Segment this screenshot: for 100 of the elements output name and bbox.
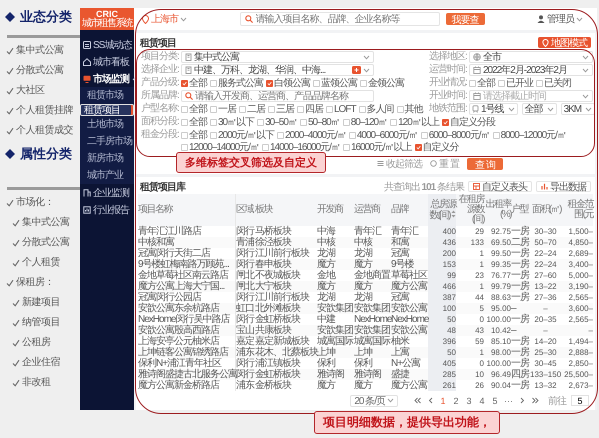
checkbox-option[interactable]: 14000–16000元/㎡: [262, 141, 340, 153]
checkbox[interactable]: [536, 80, 543, 86]
city-selector[interactable]: 上海市: [142, 12, 187, 26]
checkbox-option[interactable]: 全部: [181, 103, 207, 115]
checkbox[interactable]: [396, 106, 404, 112]
checkbox[interactable]: [210, 80, 217, 86]
checkbox[interactable]: [181, 80, 188, 86]
checkbox[interactable]: [266, 80, 273, 86]
column-header[interactable]: 区域: [236, 194, 255, 226]
checkbox[interactable]: [297, 106, 304, 112]
checkbox[interactable]: [492, 132, 500, 138]
sidebar-item[interactable]: 租赁项目: [80, 104, 134, 116]
column-header[interactable]: 项目名称: [138, 194, 236, 226]
checkbox[interactable]: [181, 144, 188, 150]
checkbox-option[interactable]: LOFT: [326, 103, 356, 115]
checkbox[interactable]: [358, 106, 366, 112]
column-header[interactable]: 品牌: [391, 194, 428, 226]
dropdown[interactable]: 2022年2月-2023年2月: [469, 64, 593, 76]
checkbox[interactable]: [498, 80, 505, 86]
sidebar-item[interactable]: 二手房市场: [80, 133, 134, 150]
page-button[interactable]: ···: [504, 395, 513, 406]
checkbox[interactable]: [414, 144, 422, 150]
checkbox-option[interactable]: 8000–12000元/㎡: [492, 129, 566, 141]
column-header[interactable]: 在租房源数(间): [456, 194, 484, 226]
checkbox[interactable]: [257, 118, 264, 126]
page-button[interactable]: 4: [478, 395, 486, 406]
sidebar-item[interactable]: SS城动态: [80, 36, 134, 53]
checkbox[interactable]: [442, 118, 449, 126]
checkbox[interactable]: [342, 118, 350, 126]
page-button[interactable]: 3: [465, 395, 473, 406]
checkbox[interactable]: [268, 106, 275, 112]
page-button[interactable]: 5: [491, 395, 499, 406]
dropdown[interactable]: 中建、万科、龙湖、华润、中海...: [181, 64, 374, 76]
checkbox-option[interactable]: 全部: [181, 129, 207, 141]
checkbox[interactable]: [239, 106, 246, 112]
dropdown[interactable]: 1号线: [469, 103, 518, 115]
column-header[interactable]: 板块: [255, 194, 317, 226]
checkbox-option[interactable]: 服务式公寓: [210, 77, 263, 89]
sidebar-item[interactable]: 新房市场: [80, 150, 134, 167]
sidebar-item[interactable]: 城市看板: [80, 53, 134, 70]
checkbox-option[interactable]: 已关闭: [536, 77, 571, 89]
page-size-select[interactable]: 20 条/页: [350, 394, 398, 406]
column-header[interactable]: 面积(㎡): [530, 194, 561, 226]
checkbox[interactable]: [181, 106, 188, 112]
checkbox-option[interactable]: 50–80㎡: [300, 116, 340, 128]
sidebar-item[interactable]: 企业监测: [80, 184, 134, 201]
checkbox[interactable]: [262, 144, 269, 150]
checkbox[interactable]: [181, 132, 188, 138]
checkbox-option[interactable]: 白领公寓: [266, 77, 310, 89]
checkbox[interactable]: [300, 118, 307, 126]
checkbox[interactable]: [420, 132, 428, 138]
checkbox-option[interactable]: 自定义分段: [442, 116, 495, 128]
next-page-button[interactable]: [518, 395, 526, 406]
checkbox-option[interactable]: 全部: [469, 77, 495, 89]
page-button[interactable]: 1: [439, 395, 447, 406]
checkbox-option[interactable]: 金领公寓: [360, 77, 404, 89]
custom-columns-button[interactable]: 自定义表头: [468, 181, 532, 192]
column-header[interactable]: 户型: [511, 194, 530, 226]
checkbox-option[interactable]: 蓝领公寓: [313, 77, 357, 89]
checkbox[interactable]: [181, 118, 188, 126]
checkbox[interactable]: [210, 132, 217, 138]
last-page-button[interactable]: [531, 395, 539, 406]
checkbox[interactable]: [469, 80, 476, 86]
dropdown[interactable]: 3KM: [560, 103, 596, 115]
checkbox[interactable]: [342, 144, 350, 150]
dropdown[interactable]: 全市: [469, 51, 593, 63]
checkbox[interactable]: [390, 118, 398, 126]
checkbox-option[interactable]: 其他: [396, 103, 423, 115]
first-page-button[interactable]: [413, 395, 421, 406]
checkbox-option[interactable]: 12000–14000元/㎡: [181, 141, 259, 153]
checkbox[interactable]: [210, 118, 217, 126]
checkbox[interactable]: [348, 132, 356, 138]
checkbox[interactable]: [313, 80, 320, 86]
checkbox-option[interactable]: 4000–6000元/㎡: [348, 129, 418, 141]
export-button[interactable]: 导出数据: [536, 181, 591, 192]
checkbox-option[interactable]: 全部: [181, 77, 207, 89]
sidebar-item[interactable]: 租赁市场: [80, 87, 134, 104]
column-header[interactable]: 租金范围(元: [561, 194, 593, 226]
sidebar-item[interactable]: 土地市场: [80, 116, 134, 133]
checkbox-option[interactable]: 多人间: [358, 103, 394, 115]
page-input[interactable]: 5: [571, 395, 589, 406]
checkbox-option[interactable]: 16000元/㎡以上: [342, 141, 412, 153]
checkbox-option[interactable]: 二居: [239, 103, 265, 115]
checkbox-option[interactable]: 全部: [181, 116, 207, 128]
sidebar-item[interactable]: 行业报告: [80, 201, 134, 218]
checkbox-option[interactable]: 三居: [268, 103, 294, 115]
checkbox-option[interactable]: 2000–4000元/㎡: [277, 129, 346, 141]
checkbox-option[interactable]: 2000元/㎡以下: [210, 129, 274, 141]
checkbox[interactable]: [277, 132, 284, 138]
dropdown[interactable]: 全部: [522, 103, 557, 115]
column-header[interactable]: 运营商: [354, 194, 391, 226]
checkbox-option[interactable]: 自定义分: [414, 141, 459, 153]
column-header[interactable]: 出租率(%): [484, 194, 511, 226]
user-menu[interactable]: 管理员: [537, 12, 583, 26]
checkbox-option[interactable]: 6000–8000元/㎡: [420, 129, 490, 141]
checkbox-option[interactable]: 已开业: [498, 77, 533, 89]
checkbox[interactable]: [210, 106, 217, 112]
page-button[interactable]: 2: [452, 395, 460, 406]
checkbox[interactable]: [326, 106, 333, 112]
column-header[interactable]: 总房源数(间): [428, 194, 456, 226]
